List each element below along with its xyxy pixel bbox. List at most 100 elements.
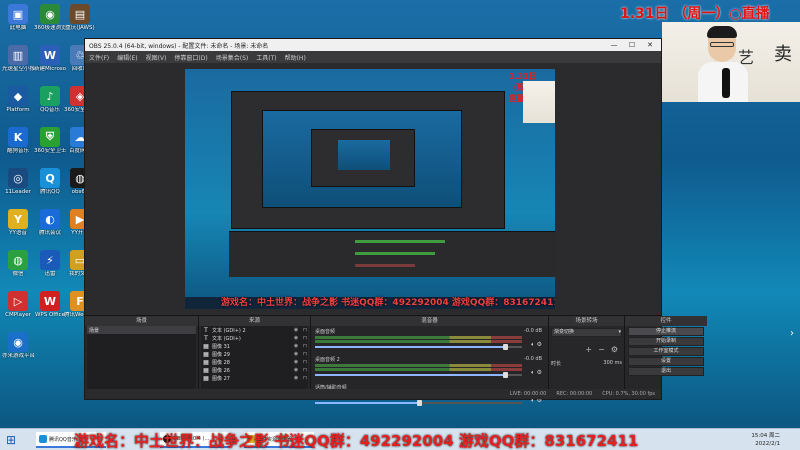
transition-select[interactable]: 渐变切换 ▾ [551, 328, 622, 337]
eye-icon[interactable]: ◉ [293, 335, 299, 341]
mixer-channel-db: -0.0 dB [524, 328, 542, 334]
maximize-button[interactable]: ☐ [623, 39, 641, 51]
eye-icon[interactable]: ◉ [293, 375, 299, 381]
menu-scene-collection[interactable]: 场景集合(S) [216, 53, 249, 62]
taskbar-clock[interactable]: 15:04 周二 2022/2/1 [751, 432, 780, 448]
menu-file[interactable]: 文件(F) [89, 53, 109, 62]
app-icon: K [8, 127, 28, 147]
desktop-icon[interactable]: W WPS Office [34, 291, 66, 319]
lock-icon[interactable]: ⊓ [302, 375, 308, 381]
desktop-icon[interactable]: ▣ 此电脑 [2, 4, 34, 32]
sources-header: 来源 [199, 316, 310, 326]
source-item[interactable]: ▦ 图像 28 ◉ ⊓ [201, 358, 308, 366]
lock-icon[interactable]: ⊓ [302, 351, 308, 357]
desktop-icon[interactable]: ▷ CMPlayer [2, 291, 34, 319]
speaker-icon[interactable]: 🔈︎ ⚙ [531, 369, 542, 377]
desktop-icon-label: WPS Office [34, 312, 66, 318]
desktop-icon[interactable]: ◉360极速浏览器 [34, 4, 66, 32]
start-button[interactable]: ⊞ [4, 433, 18, 447]
menu-tools[interactable]: 工具(T) [256, 53, 276, 62]
desktop-icon[interactable]: ♪ QQ音乐 [34, 86, 66, 114]
desktop-icon[interactable]: ⛨ 360安全卫士 [34, 127, 66, 155]
lock-icon[interactable]: ⊓ [302, 359, 308, 365]
remove-transition-button[interactable]: − [598, 345, 605, 354]
transition-settings-icon[interactable]: ⚙ [611, 345, 618, 354]
eye-icon[interactable]: ◉ [293, 327, 299, 333]
source-item[interactable]: T 文本 (GDI+) 2 ◉ ⊓ [201, 326, 308, 334]
settings-button[interactable]: 设置 [628, 357, 704, 366]
desktop-icon[interactable]: ⚡ 迅雷 [34, 250, 66, 278]
obs-docks: 场景 场景 + − ∧ ∨ 来源 T文本 (GDI+) 2◉⊓T文本 (GDI+… [85, 315, 707, 406]
desktop-icon[interactable]: W新建Microsoft... [34, 45, 66, 73]
scene-item[interactable]: 场景 [87, 326, 196, 334]
desktop-icon-label: Platform [6, 107, 30, 113]
source-type-icon: ▦ [203, 342, 209, 350]
preview-scroll-text: 游戏名：中土世界：战争之影 书迷QQ群：492292004 游戏QQ群：8316… [221, 298, 555, 308]
eye-icon[interactable]: ◉ [293, 351, 299, 357]
desktop-icon[interactable]: Q 腾讯QQ [34, 168, 66, 196]
desktop-icon[interactable]: ▤ 重庆(JAWS) [64, 4, 96, 32]
stop-streaming-button[interactable]: 停止推流 [628, 327, 704, 336]
app-icon: W [40, 291, 60, 311]
clock-date: 2022/2/1 [755, 441, 780, 447]
desktop-icon[interactable]: ◉ 亦米游戏平台 [2, 332, 34, 360]
app-icon: ▣ [8, 4, 28, 24]
preview-nested-capture [262, 110, 462, 208]
desktop-icon-label: QQ音乐 [40, 107, 60, 113]
lock-icon[interactable]: ⊓ [302, 343, 308, 349]
app-icon: ▥ [8, 45, 28, 65]
mixer-channel: 桌面音频 -0.0 dB 🔈︎ ⚙ [313, 326, 546, 354]
exit-button[interactable]: 退出 [628, 367, 704, 376]
eye-icon[interactable]: ◉ [293, 343, 299, 349]
lock-icon[interactable]: ⊓ [302, 367, 308, 373]
lock-icon[interactable]: ⊓ [302, 327, 308, 333]
obs-window[interactable]: OBS 25.0.4 (64-bit, windows) - 配置文件: 未命名… [84, 38, 707, 406]
desktop-icon-label: 11Leader [5, 189, 31, 195]
volume-fader[interactable] [315, 400, 522, 406]
desktop-icon[interactable]: ◎ 11Leader [2, 168, 34, 196]
eye-icon[interactable]: ◉ [293, 367, 299, 373]
controls-header: 控件 [625, 316, 707, 326]
source-item-label: 文本 (GDI+) [212, 335, 241, 342]
source-type-icon: T [204, 334, 208, 342]
studio-mode-button[interactable]: 工作室模式 [628, 347, 704, 356]
add-transition-button[interactable]: + [585, 345, 592, 354]
source-item[interactable]: ▦ 图像 26 ◉ ⊓ [201, 366, 308, 374]
source-item[interactable]: ▦ 图像 27 ◉ ⊓ [201, 374, 308, 382]
obs-titlebar[interactable]: OBS 25.0.4 (64-bit, windows) - 配置文件: 未命名… [85, 39, 661, 51]
obs-preview-canvas[interactable]: 1.31日 （周一）○直播 游戏名：中土世界：战争之影 书迷QQ群：492292… [185, 69, 555, 309]
obs-menubar: 文件(F) 编辑(E) 视图(V) 停靠窗口(D) 场景集合(S) 工具(T) … [85, 51, 661, 63]
start-recording-button[interactable]: 开始录制 [628, 337, 704, 346]
app-icon: ⛨ [40, 127, 60, 147]
volume-fader[interactable] [315, 344, 522, 350]
scene-item-label: 场景 [89, 327, 100, 334]
desktop-icon[interactable]: ◐ 腾讯会议 [34, 209, 66, 237]
source-type-icon: ▦ [203, 374, 209, 382]
minimize-button[interactable]: — [605, 39, 623, 51]
menu-docks[interactable]: 停靠窗口(D) [174, 53, 207, 62]
app-icon: ▤ [70, 4, 90, 24]
scenes-header: 场景 [85, 316, 198, 326]
source-item[interactable]: ▦ 图像 29 ◉ ⊓ [201, 350, 308, 358]
menu-view[interactable]: 视图(V) [146, 53, 167, 62]
source-item[interactable]: T 文本 (GDI+) ◉ ⊓ [201, 334, 308, 342]
speaker-icon[interactable]: 🔈︎ ⚙ [531, 341, 542, 349]
volume-meter [315, 364, 522, 367]
menu-edit[interactable]: 编辑(E) [117, 53, 137, 62]
obs-statusbar: LIVE: 00:00:00 REC: 00:00:00 CPU: 0.7%, … [85, 389, 661, 399]
chevron-right-icon[interactable]: › [790, 328, 794, 339]
close-button[interactable]: ✕ [641, 39, 659, 51]
duration-input[interactable]: 300 ms [603, 360, 622, 367]
desktop-icon[interactable]: ▥ 光速星空小报 [2, 45, 34, 73]
desktop-icon[interactable]: K 酷狗音乐 [2, 127, 34, 155]
desktop-icon-label: 酷狗音乐 [6, 148, 29, 154]
desktop-icon[interactable]: ◍ 微信 [2, 250, 34, 278]
source-item[interactable]: ▦ 图像 31 ◉ ⊓ [201, 342, 308, 350]
lock-icon[interactable]: ⊓ [302, 335, 308, 341]
eye-icon[interactable]: ◉ [293, 359, 299, 365]
volume-fader[interactable] [315, 372, 522, 378]
menu-help[interactable]: 帮助(H) [285, 53, 306, 62]
desktop-icon[interactable]: ◆ Platform [2, 86, 34, 114]
rec-timer: REC: 00:00:00 [556, 391, 593, 397]
desktop-icon[interactable]: Y YY语音 [2, 209, 34, 237]
